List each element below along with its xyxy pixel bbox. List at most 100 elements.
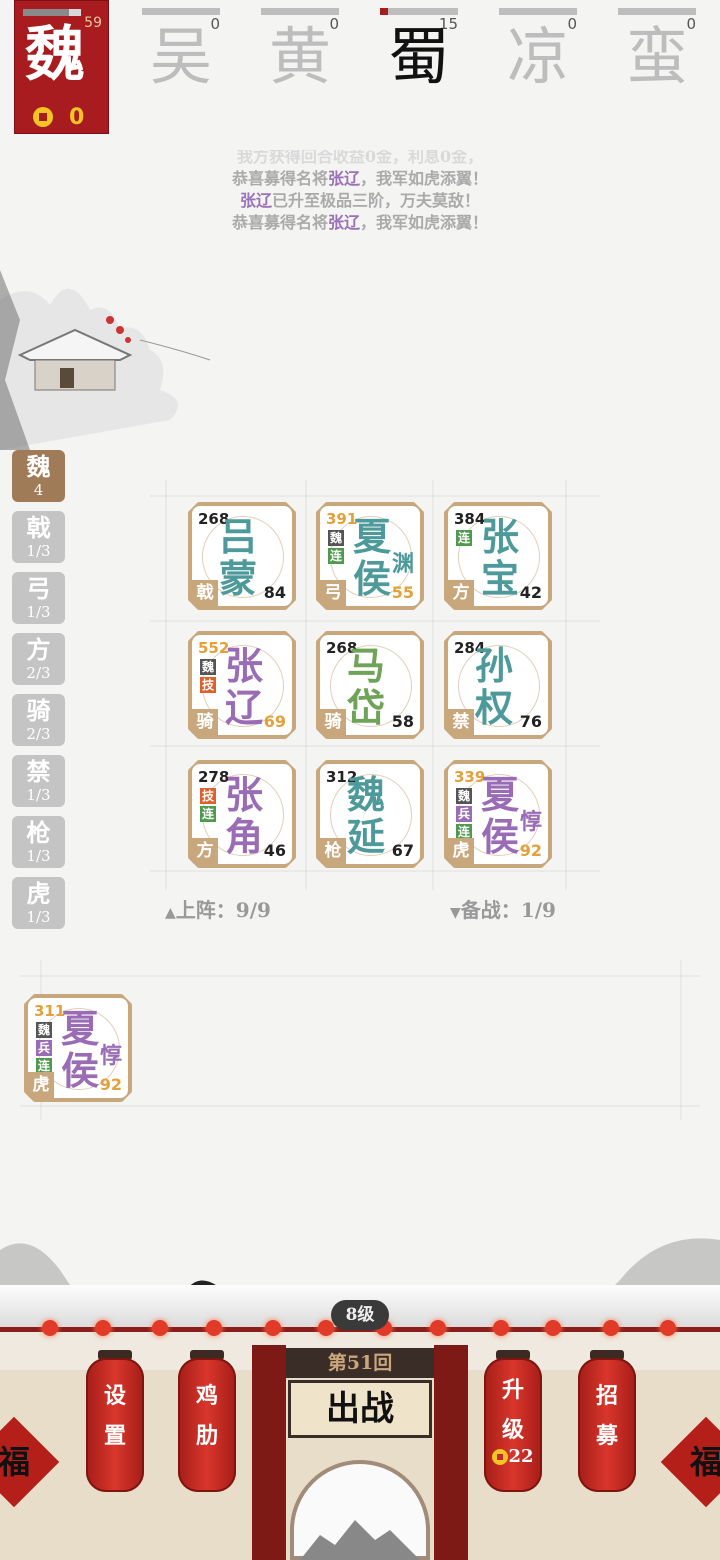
- player-coins: 0: [69, 105, 85, 130]
- upgrade-cost: 22: [508, 1446, 534, 1467]
- player-faction-panel: 59 魏 0: [14, 0, 109, 134]
- faction-progress-bar: [380, 8, 458, 15]
- category-filter[interactable]: 禁 1/3: [12, 755, 65, 807]
- general-name: 夏侯: [60, 1006, 99, 1093]
- faction-char: 蜀: [388, 20, 451, 93]
- general-name: 马岱: [346, 643, 385, 730]
- snow-house-painting: [0, 270, 211, 450]
- troop-type: 枪: [320, 838, 346, 864]
- round-label: 第51回: [286, 1348, 434, 1378]
- general-level: 69: [263, 712, 286, 731]
- troop-type: 虎: [448, 838, 474, 864]
- general-name: 孙权: [474, 643, 513, 730]
- trait-tag: 兵: [36, 1040, 52, 1056]
- troop-type: 骑: [320, 709, 346, 735]
- general-name: 夏侯: [480, 772, 519, 859]
- category-name: 方: [26, 635, 51, 664]
- general-card[interactable]: 278 张角技连方 46: [188, 760, 296, 868]
- faction-progress-bar: [499, 8, 577, 15]
- category-filter[interactable]: 方 2/3: [12, 633, 65, 685]
- settings-button[interactable]: 设置: [86, 1358, 144, 1492]
- category-name: 禁: [26, 757, 51, 786]
- general-card[interactable]: 552 张辽魏技骑 69: [188, 631, 296, 739]
- faction-progress-bar: [618, 8, 696, 15]
- general-name-suffix: 惇: [519, 809, 542, 835]
- general-name: 张辽: [224, 643, 263, 730]
- player-progress-bar: [23, 9, 81, 16]
- trait-tag: 连: [200, 806, 216, 822]
- player-progress-value: 59: [84, 15, 102, 31]
- trait-tag: 魏: [328, 530, 344, 546]
- troop-type: 方: [192, 838, 218, 864]
- general-level: 67: [391, 841, 414, 860]
- trait-tag: 兵: [456, 806, 472, 822]
- general-card[interactable]: 391 夏侯渊魏连弓 55: [316, 502, 424, 610]
- battle-button[interactable]: 出战: [288, 1380, 432, 1438]
- general-card[interactable]: 339 夏侯惇魏兵连虎 92: [444, 760, 552, 868]
- gate-pillar: [252, 1345, 286, 1560]
- onstage-counter: ▲上阵：9/9: [165, 898, 271, 922]
- general-name-suffix: 惇: [99, 1043, 122, 1069]
- general-card[interactable]: 384 张宝连方 42: [444, 502, 552, 610]
- message-log: 我方获得回合收益0金，利息0金， 恭喜募得名将张辽，我军如虎添翼！ 张辽已升至极…: [0, 150, 720, 250]
- category-filter[interactable]: 弓 1/3: [12, 572, 65, 624]
- category-count: 4: [33, 481, 44, 499]
- reserve-counter: ▼备战：1/9: [450, 898, 556, 922]
- player-level-badge: 8级: [331, 1300, 389, 1330]
- general-level: 84: [263, 583, 286, 602]
- message-line: 我方获得回合收益0金，利息0金，: [236, 150, 484, 166]
- category-count: 1/3: [26, 542, 51, 560]
- general-card[interactable]: 268 马岱骑 58: [316, 631, 424, 739]
- trait-tag: 连: [328, 548, 344, 564]
- faction-char: 蛮: [626, 20, 689, 93]
- trait-tag: 魏: [36, 1022, 52, 1038]
- mountain-painting: [300, 1520, 420, 1560]
- trait-tag: 技: [200, 788, 216, 804]
- faction-tab[interactable]: 0黄: [261, 0, 341, 110]
- general-card[interactable]: 268 吕蒙戟 84: [188, 502, 296, 610]
- category-filter[interactable]: 骑 2/3: [12, 694, 65, 746]
- category-count: 1/3: [26, 908, 51, 926]
- general-level: 92: [519, 841, 542, 860]
- troop-type: 戟: [192, 580, 218, 606]
- general-level: 42: [519, 583, 542, 602]
- coin-icon: [33, 107, 53, 127]
- general-level: 55: [391, 583, 414, 602]
- category-count: 1/3: [26, 847, 51, 865]
- faction-tab[interactable]: 15 蜀: [380, 0, 460, 110]
- player-faction-char: 魏: [25, 20, 85, 90]
- faction-tab[interactable]: 0吴: [142, 0, 222, 110]
- category-count: 2/3: [26, 725, 51, 743]
- category-count: 2/3: [26, 664, 51, 682]
- general-card[interactable]: 312 魏延枪 67: [316, 760, 424, 868]
- general-name: 吕蒙: [218, 514, 257, 601]
- category-filter[interactable]: 虎 1/3: [12, 877, 65, 929]
- recruit-button[interactable]: 招募: [578, 1358, 636, 1492]
- faction-tab[interactable]: 0凉: [499, 0, 579, 110]
- category-name: 枪: [26, 818, 51, 847]
- category-count: 1/3: [26, 603, 51, 621]
- faction-char: 黄: [269, 20, 332, 93]
- troop-type: 骑: [192, 709, 218, 735]
- category-name: 魏: [26, 452, 51, 481]
- category-filter[interactable]: 魏4: [12, 450, 65, 502]
- general-card[interactable]: 311 夏侯惇魏兵连虎 92: [24, 994, 132, 1102]
- category-filter[interactable]: 戟 1/3: [12, 511, 65, 563]
- general-name: 张角: [224, 772, 263, 859]
- general-level: 92: [99, 1075, 122, 1094]
- general-name: 魏延: [346, 772, 385, 859]
- gate-pillar: [434, 1345, 468, 1560]
- trait-tag: 魏: [200, 659, 216, 675]
- upgrade-button[interactable]: 升级 22: [484, 1358, 542, 1492]
- faction-progress-bar: [142, 8, 220, 15]
- faction-tab[interactable]: 0蛮: [618, 0, 698, 110]
- category-filter[interactable]: 枪 1/3: [12, 816, 65, 868]
- general-level: 76: [519, 712, 542, 731]
- general-level: 46: [263, 841, 286, 860]
- chicken-rib-button[interactable]: 鸡肋: [178, 1358, 236, 1492]
- faction-char: 吴: [150, 20, 213, 93]
- trait-tag: 魏: [456, 788, 472, 804]
- general-card[interactable]: 284 孙权禁 76: [444, 631, 552, 739]
- troop-type: 禁: [448, 709, 474, 735]
- general-name: 夏侯: [352, 514, 391, 601]
